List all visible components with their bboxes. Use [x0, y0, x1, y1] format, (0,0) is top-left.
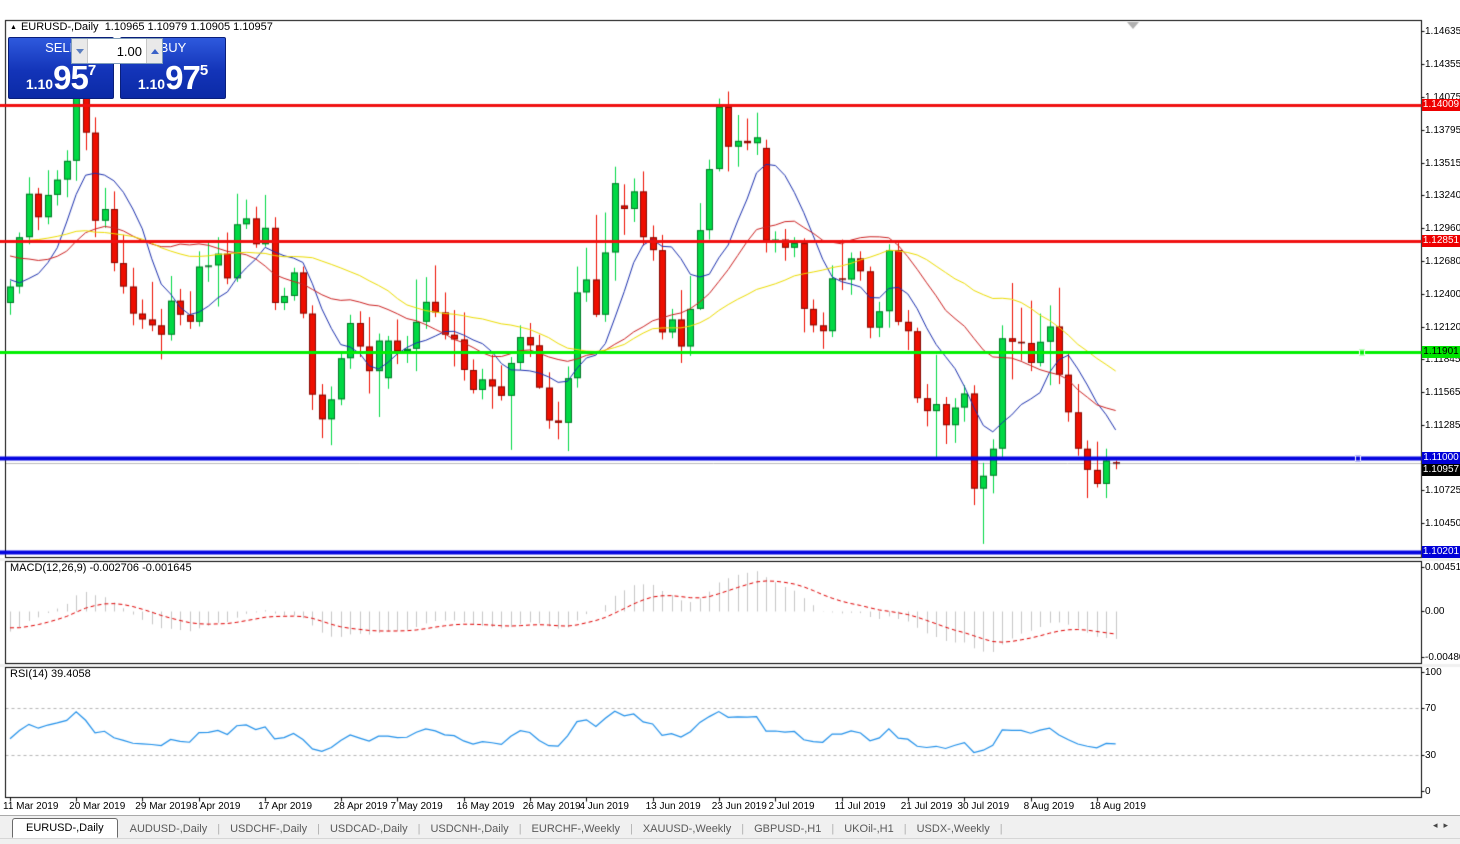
date-tick-label: 17 Apr 2019 — [258, 801, 313, 812]
symbol-tab-bar: EURUSD-,Daily AUDUSD-,Daily | USDCHF-,Daily… — [0, 815, 1460, 838]
symbol-tab-xauusd-weekly[interactable]: XAUUSD-,Weekly — [633, 820, 741, 838]
date-tick-label: 26 May 2019 — [522, 801, 581, 812]
buy-price: 1.10975 — [137, 59, 209, 96]
date-tick-label: 18 Aug 2019 — [1089, 801, 1146, 812]
date-tick-label: 8 Apr 2019 — [192, 801, 241, 812]
symbol-tab-usdcnh-daily[interactable]: USDCNH-,Daily — [420, 820, 518, 838]
tab-scroll-arrows[interactable]: ◂▸ — [1433, 820, 1454, 831]
hline-price-badge: 1.11000 — [1422, 452, 1460, 464]
chart-ohlc-values: 1.10965 1.10979 1.10905 1.10957 — [104, 21, 273, 33]
price-tick-label: 1.12680 — [1425, 255, 1460, 267]
rsi-indicator-label: RSI(14) 39.4058 — [10, 668, 91, 680]
date-tick-label: 11 Jul 2019 — [834, 801, 886, 812]
macd-tick-label: 0.004517 — [1425, 562, 1460, 573]
macd-indicator-label: MACD(12,26,9) -0.002706 -0.001645 — [10, 562, 192, 574]
hline-price-badge: 1.11901 — [1422, 346, 1460, 358]
date-tick-label: 11 Mar 2019 — [3, 801, 59, 812]
symbol-tab-usdcad-daily[interactable]: USDCAD-,Daily — [320, 820, 418, 838]
price-tick-label: 1.14355 — [1425, 58, 1460, 70]
tab-separator: | — [999, 823, 1003, 835]
arrow-up-icon — [150, 48, 159, 54]
macd-main-value: -0.002706 — [89, 562, 140, 574]
price-tick-label: 1.12120 — [1425, 321, 1460, 333]
rsi-tick-label: 70 — [1425, 702, 1437, 714]
scroll-right-icon: ▸ — [1443, 820, 1454, 830]
price-tick-label: 1.12960 — [1425, 222, 1460, 234]
status-strip — [0, 838, 1460, 844]
date-tick-label: 4 Jun 2019 — [579, 801, 629, 812]
symbol-tab-usdx-weekly[interactable]: USDX-,Weekly — [907, 820, 1000, 838]
price-chart-canvas[interactable] — [0, 0, 1460, 844]
volume-control — [71, 38, 163, 64]
price-tick-label: 1.12400 — [1425, 288, 1460, 300]
sell-price: 1.10957 — [25, 59, 97, 96]
symbol-tab-gbpusd-h1[interactable]: GBPUSD-,H1 — [744, 820, 831, 838]
date-tick-label: 8 Aug 2019 — [1023, 801, 1075, 812]
date-tick-label: 2 Jul 2019 — [768, 801, 815, 812]
mt4-terminal-window: H4D1W1MN ▲EURUSD-,Daily 1.10965 1.10979 … — [0, 0, 1460, 844]
date-tick-label: 21 Jul 2019 — [900, 801, 953, 812]
macd-signal-value: -0.001645 — [142, 562, 192, 574]
arrow-down-icon — [75, 48, 84, 54]
symbol-tab-usdchf-daily[interactable]: USDCHF-,Daily — [220, 820, 317, 838]
scroll-left-icon: ◂ — [1432, 820, 1444, 830]
symbol-tab-eurusd-daily[interactable]: EURUSD-,Daily — [12, 818, 118, 838]
rsi-tick-label: 0 — [1425, 786, 1431, 797]
date-tick-label: 30 Jul 2019 — [957, 801, 1010, 812]
hline-price-badge: 1.12851 — [1422, 235, 1460, 247]
date-tick-label: 23 Jun 2019 — [711, 801, 767, 812]
hline-price-badge: 1.14009 — [1422, 99, 1460, 111]
volume-input[interactable] — [88, 39, 146, 63]
price-tick-label: 1.13515 — [1425, 157, 1460, 169]
current-price-badge: 1.10957 — [1422, 464, 1460, 476]
date-tick-label: 16 May 2019 — [456, 801, 515, 812]
price-tick-label: 1.10450 — [1425, 517, 1460, 529]
date-tick-label: 7 May 2019 — [390, 801, 443, 812]
price-tick-label: 1.13240 — [1425, 189, 1460, 201]
collapse-panel-icon[interactable]: ▲ — [10, 24, 17, 31]
date-tick-label: 29 Mar 2019 — [135, 801, 192, 812]
price-tick-label: 1.14635 — [1425, 26, 1460, 37]
volume-increase-button[interactable] — [146, 39, 162, 63]
one-click-trading-panel: SELL 1.10957 BUY 1.10975 — [8, 37, 226, 100]
symbol-tab-audusd-daily[interactable]: AUDUSD-,Daily — [120, 820, 218, 838]
macd-tick-label: -0.004806 — [1425, 652, 1460, 663]
volume-decrease-button[interactable] — [72, 39, 88, 63]
price-tick-label: 1.11565 — [1425, 386, 1460, 398]
hline-price-badge: 1.10201 — [1422, 546, 1460, 558]
date-tick-label: 13 Jun 2019 — [645, 801, 701, 812]
rsi-value: 39.4058 — [50, 668, 91, 680]
macd-tick-label: 0.00 — [1425, 605, 1445, 617]
price-tick-label: 1.11285 — [1425, 419, 1460, 431]
date-tick-label: 20 Mar 2019 — [69, 801, 126, 812]
rsi-tick-label: 100 — [1425, 667, 1442, 678]
price-tick-label: 1.13795 — [1425, 124, 1460, 136]
rsi-tick-label: 30 — [1425, 750, 1437, 762]
date-tick-label: 28 Apr 2019 — [333, 801, 388, 812]
chart-symbol-period: EURUSD-,Daily — [20, 21, 99, 33]
symbol-tab-eurchf-weekly[interactable]: EURCHF-,Weekly — [522, 820, 630, 838]
price-tick-label: 1.10725 — [1425, 485, 1460, 497]
chart-title: ▲ EURUSD-,Daily 1.10965 1.10979 1.10905 1… — [10, 21, 273, 33]
symbol-tab-ukoil-h1[interactable]: UKOil-,H1 — [834, 820, 904, 838]
